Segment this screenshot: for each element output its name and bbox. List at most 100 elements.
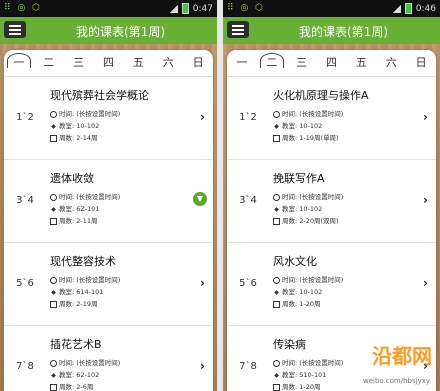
clock-icon <box>50 359 57 367</box>
course-weeks: 周数: 1-20周 <box>282 300 321 308</box>
period-label: 7`8 <box>239 361 257 372</box>
watermark-url: weibo.com/hbsjyxy <box>362 377 430 385</box>
course-row[interactable]: 1`2 现代殡葬社会学概论 时间: (长按设置时间) ◆ 教室: 10-102 周… <box>4 77 213 160</box>
course-time: 时间: (长按设置时间) <box>282 276 344 284</box>
clock-icon <box>50 193 57 201</box>
tab-day-7[interactable]: 日 <box>406 50 436 76</box>
chevron-right-icon[interactable]: › <box>423 193 428 207</box>
period-label: 5`6 <box>16 278 34 289</box>
tab-day-1[interactable]: 一 <box>4 50 34 76</box>
course-details: 现代殡葬社会学概论 时间: (长按设置时间) ◆ 教室: 10-102 周数: 2… <box>50 87 189 144</box>
calendar-icon <box>50 217 57 225</box>
signal-icon <box>169 4 178 13</box>
signal-icon <box>392 4 401 13</box>
phone-screen-right: ⠿ ◎ ⬡ 0:46 我的课表(第1周) 一 二 三 四 五 六 日 1`2 火… <box>223 0 440 391</box>
schedule-card: 一 二 三 四 五 六 日 1`2 火化机原理与操作A 时间: (长按设置时间)… <box>227 50 436 391</box>
tab-day-4[interactable]: 四 <box>94 50 124 76</box>
app-bar: 我的课表(第1周) <box>0 17 217 44</box>
course-details: 火化机原理与操作A 时间: (长按设置时间) ◆ 教室: 10-102 周数: 1… <box>273 87 412 144</box>
course-room: 教室: 10-102 <box>282 288 323 296</box>
course-weeks: 周数: 1-19周(单周) <box>282 134 339 142</box>
course-name: 挽联写作A <box>273 172 325 185</box>
tab-day-3[interactable]: 三 <box>64 50 94 76</box>
course-row[interactable]: 1`2 火化机原理与操作A 时间: (长按设置时间) ◆ 教室: 10-102 周… <box>227 77 436 160</box>
course-details: 现代整容技术 时间: (长按设置时间) ◆ 教室: 614-101 周数: 2-1… <box>50 253 189 310</box>
calendar-icon <box>273 300 280 308</box>
course-time: 时间: (长按设置时间) <box>282 193 344 201</box>
course-row[interactable]: 3`4 挽联写作A 时间: (长按设置时间) ◆ 教室: 10-102 周数: 2… <box>227 160 436 243</box>
battery-icon <box>181 3 189 14</box>
tab-day-7[interactable]: 日 <box>183 50 213 76</box>
course-room: 教室: S10-101 <box>282 371 327 379</box>
location-pin-icon: ◆ <box>51 288 56 296</box>
tab-day-6[interactable]: 六 <box>376 50 406 76</box>
day-tabs: 一 二 三 四 五 六 日 <box>4 50 213 77</box>
period-label: 1`2 <box>239 112 257 123</box>
period-label: 3`4 <box>239 195 257 206</box>
chevron-right-icon[interactable]: › <box>423 110 428 124</box>
course-time: 时间: (长按设置时间) <box>59 359 121 367</box>
status-right: 0:46 <box>392 3 436 14</box>
status-bar: ⠿ ◎ ⬡ 0:46 <box>223 0 440 17</box>
day-tabs: 一 二 三 四 五 六 日 <box>227 50 436 77</box>
chevron-right-icon[interactable]: › <box>200 359 205 373</box>
menu-button[interactable] <box>227 21 249 38</box>
calendar-icon <box>50 134 57 142</box>
course-room: 教室: 10-102 <box>282 205 323 213</box>
tab-day-2[interactable]: 二 <box>34 50 64 76</box>
tab-day-4[interactable]: 四 <box>317 50 347 76</box>
tab-day-3[interactable]: 三 <box>287 50 317 76</box>
course-time: 时间: (长按设置时间) <box>59 193 121 201</box>
course-time: 时间: (长按设置时间) <box>59 110 121 118</box>
course-name: 火化机原理与操作A <box>273 89 369 102</box>
course-time: 时间: (长按设置时间) <box>282 110 344 118</box>
clock-icon <box>273 276 280 284</box>
course-row[interactable]: 7`8 插花艺术B 时间: (长按设置时间) ◆ 教室: 62-102 周数: 2… <box>4 326 213 391</box>
course-row[interactable]: 3`4 遗体收敛 时间: (长按设置时间) ◆ 教室: 6Z-101 周数: 2-… <box>4 160 213 243</box>
calendar-icon <box>273 383 280 391</box>
location-pin-icon: ◆ <box>51 371 56 379</box>
location-pin-icon: ◆ <box>274 122 279 130</box>
course-row[interactable]: 5`6 风水文化 时间: (长按设置时间) ◆ 教室: 10-102 周数: 1-… <box>227 243 436 326</box>
course-details: 风水文化 时间: (长按设置时间) ◆ 教室: 10-102 周数: 1-20周 <box>273 253 412 310</box>
course-weeks: 周数: 2-14周 <box>59 134 98 142</box>
tab-day-5[interactable]: 五 <box>346 50 376 76</box>
clock-icon <box>50 276 57 284</box>
location-pin-icon: ◆ <box>274 371 279 379</box>
course-details: 插花艺术B 时间: (长按设置时间) ◆ 教室: 62-102 周数: 2-6周 <box>50 336 189 391</box>
location-pin-icon: ◆ <box>274 288 279 296</box>
tab-day-6[interactable]: 六 <box>153 50 183 76</box>
chevron-right-icon[interactable]: › <box>200 110 205 124</box>
location-pin-icon: ◆ <box>51 205 56 213</box>
status-bar: ⠿ ◎ ⬡ 0:47 <box>0 0 217 17</box>
notification-icons: ⠿ ◎ ⬡ <box>227 3 266 13</box>
expand-down-icon[interactable]: ▼ <box>193 192 207 206</box>
course-room: 教室: 6Z-101 <box>59 205 100 213</box>
course-row[interactable]: 5`6 现代整容技术 时间: (长按设置时间) ◆ 教室: 614-101 周数:… <box>4 243 213 326</box>
course-room: 教室: 10-102 <box>59 122 100 130</box>
clock-icon <box>273 359 280 367</box>
tab-day-2[interactable]: 二 <box>257 50 287 76</box>
chevron-right-icon[interactable]: › <box>423 276 428 290</box>
period-label: 3`4 <box>16 195 34 206</box>
battery-icon <box>404 3 412 14</box>
phone-screen-left: ⠿ ◎ ⬡ 0:47 我的课表(第1周) 一 二 三 四 五 六 日 1`2 现… <box>0 0 217 391</box>
notification-icons: ⠿ ◎ ⬡ <box>4 3 43 13</box>
clock-icon <box>50 110 57 118</box>
clock-icon <box>273 110 280 118</box>
course-weeks: 周数: 1-20周 <box>282 383 321 391</box>
tab-day-1[interactable]: 一 <box>227 50 257 76</box>
app-bar: 我的课表(第1周) <box>223 17 440 44</box>
calendar-icon <box>50 300 57 308</box>
tab-day-5[interactable]: 五 <box>123 50 153 76</box>
course-room: 教室: 62-102 <box>59 371 100 379</box>
menu-button[interactable] <box>4 21 26 38</box>
course-time: 时间: (长按设置时间) <box>59 276 121 284</box>
period-label: 7`8 <box>16 361 34 372</box>
course-name: 风水文化 <box>273 255 317 268</box>
course-weeks: 周数: 2-19周 <box>59 300 98 308</box>
chevron-right-icon[interactable]: › <box>200 276 205 290</box>
clock-icon <box>273 193 280 201</box>
clock-time: 0:47 <box>192 3 213 14</box>
clock-time: 0:46 <box>415 3 436 14</box>
